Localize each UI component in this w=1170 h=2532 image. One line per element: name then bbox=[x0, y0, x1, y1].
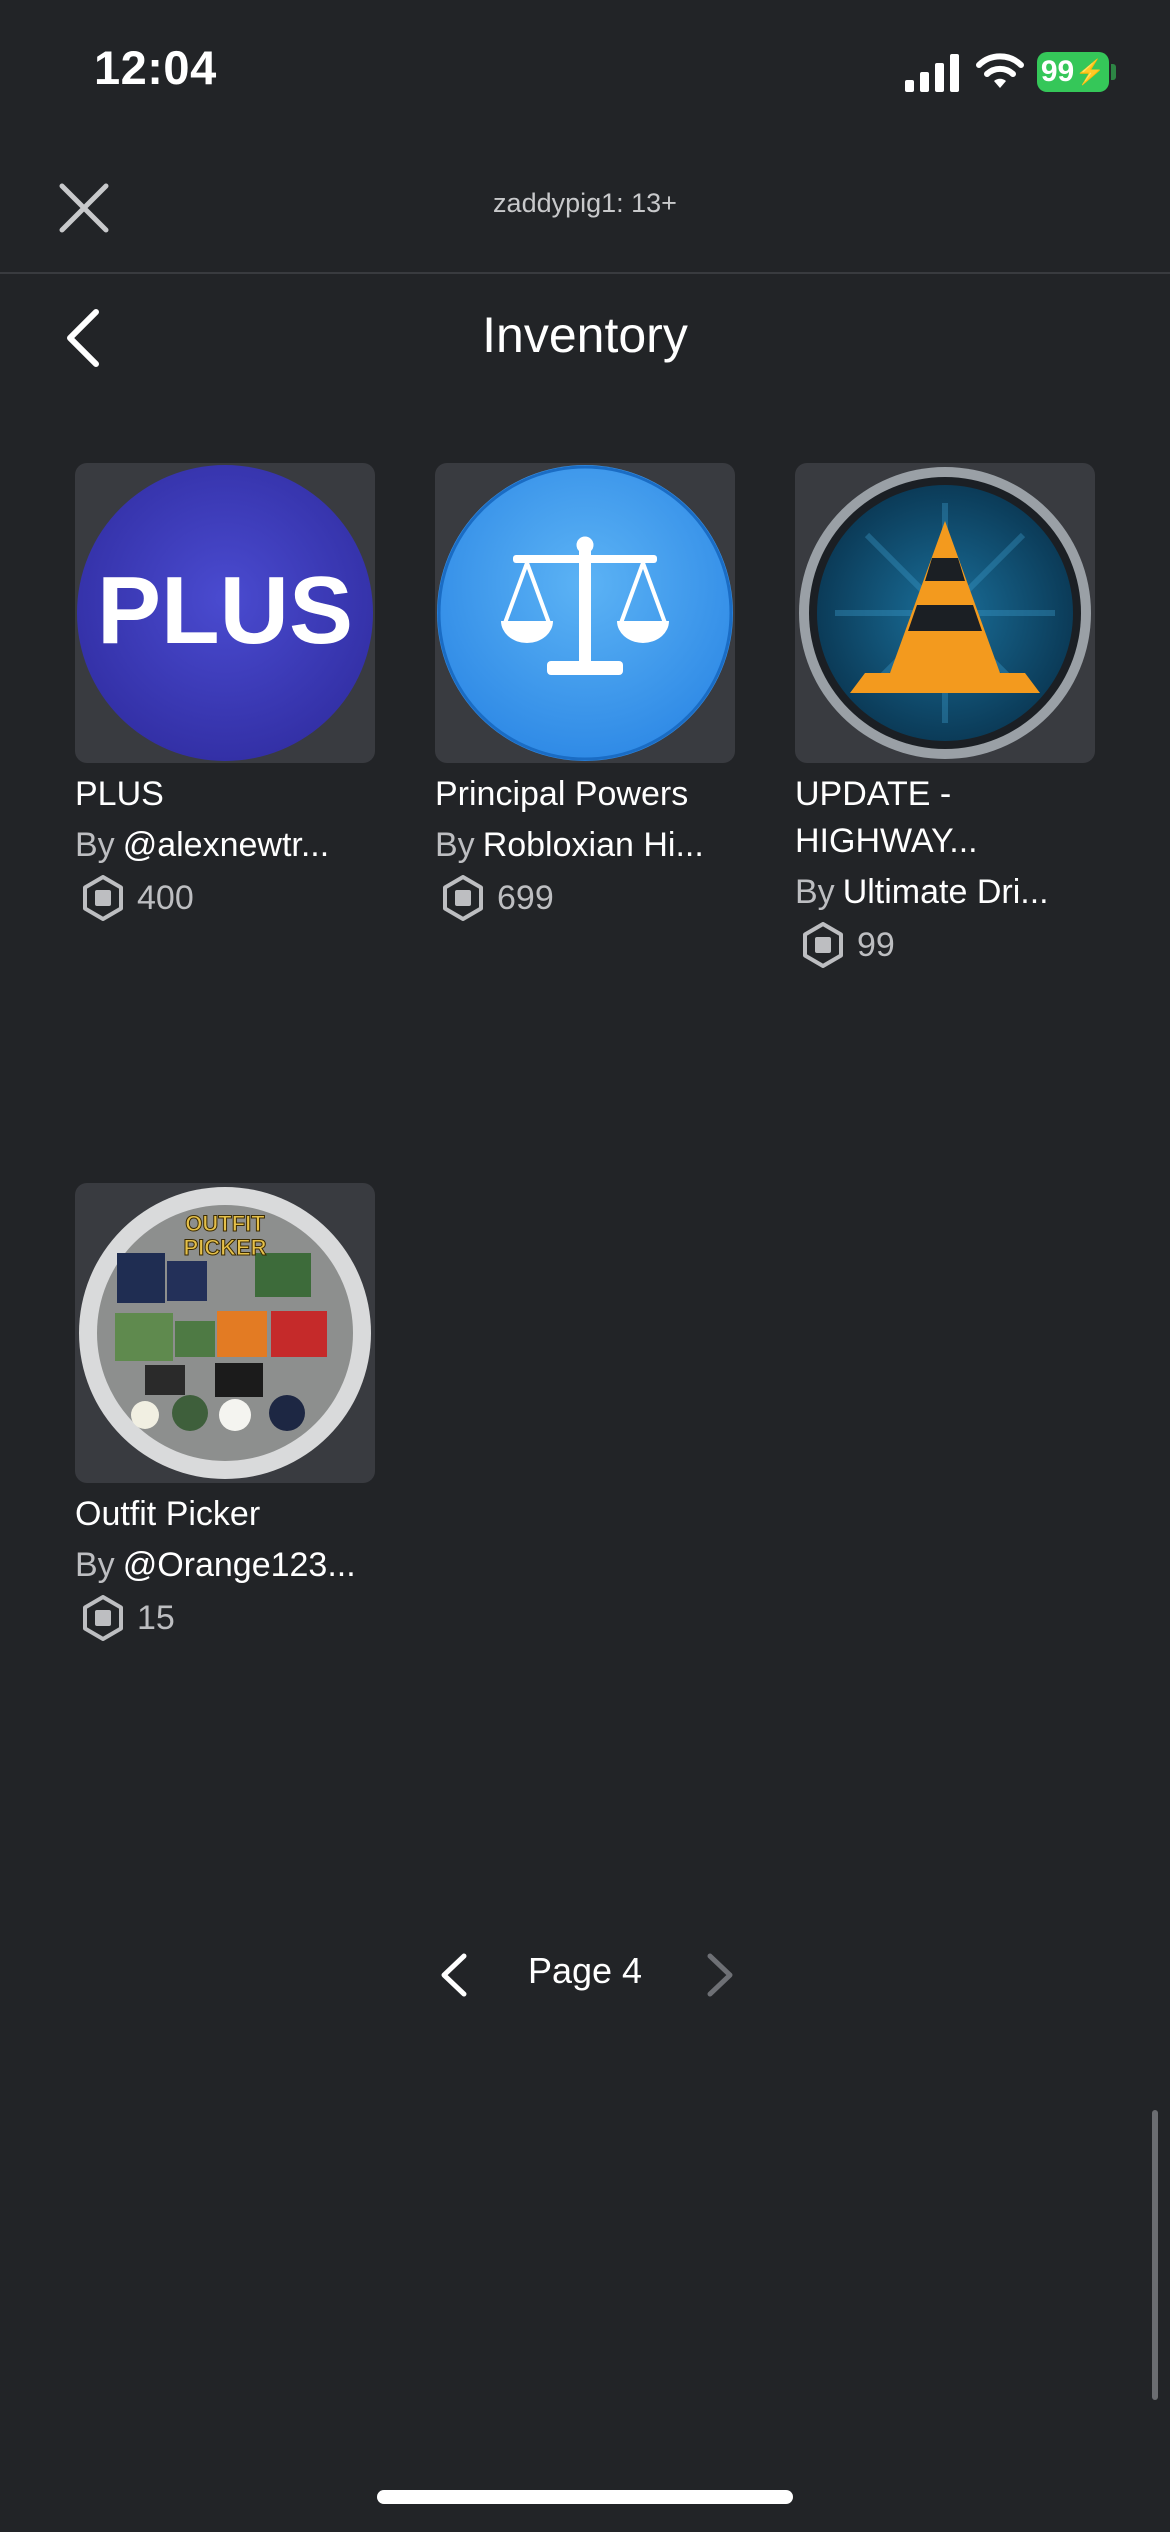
charging-bolt-icon: ⚡ bbox=[1075, 58, 1106, 86]
inventory-item-plus[interactable]: PLUS PLUS By @alexnewtr... 400 bbox=[75, 463, 395, 921]
home-indicator[interactable] bbox=[377, 2490, 793, 2504]
item-thumbnail[interactable] bbox=[435, 463, 735, 763]
account-title: zaddypig1: 13+ bbox=[493, 188, 677, 218]
traffic-cone-badge-image bbox=[799, 467, 1091, 759]
price-row: 400 bbox=[75, 875, 395, 921]
creator-name[interactable]: @alexnewtr... bbox=[123, 826, 330, 864]
inventory-item-outfit-picker[interactable]: OUTFIT PICKER Outfit Picker By @Orange123… bbox=[75, 1183, 395, 1641]
outfit-badge-text-2: PICKER bbox=[183, 1235, 266, 1260]
by-label: By bbox=[795, 873, 835, 911]
robux-icon bbox=[803, 922, 843, 968]
item-thumbnail[interactable]: PLUS bbox=[75, 463, 375, 763]
status-time: 12:04 bbox=[94, 41, 217, 94]
creator-name[interactable]: Robloxian Hi... bbox=[483, 826, 704, 864]
item-price: 400 bbox=[137, 878, 194, 917]
item-price: 699 bbox=[497, 878, 554, 917]
robux-icon bbox=[83, 1595, 123, 1641]
cellular-signal-icon bbox=[905, 54, 959, 92]
item-name[interactable]: Outfit Picker bbox=[75, 1491, 375, 1538]
creator-name[interactable]: Ultimate Dri... bbox=[843, 873, 1049, 911]
creator-name[interactable]: @Orange123... bbox=[123, 1546, 356, 1584]
item-creator[interactable]: By Robloxian Hi... bbox=[435, 826, 745, 865]
outfit-picker-badge-image: OUTFIT PICKER bbox=[79, 1187, 371, 1479]
item-creator[interactable]: By Ultimate Dri... bbox=[795, 873, 1105, 912]
robux-icon bbox=[83, 875, 123, 921]
price-row: 15 bbox=[75, 1595, 395, 1641]
item-thumbnail[interactable]: OUTFIT PICKER bbox=[75, 1183, 375, 1483]
battery-indicator: 99 ⚡ bbox=[1037, 52, 1109, 92]
item-thumbnail[interactable] bbox=[795, 463, 1095, 763]
price-row: 699 bbox=[435, 875, 755, 921]
battery-nub bbox=[1111, 64, 1116, 80]
plus-badge-text: PLUS bbox=[97, 557, 353, 664]
item-creator[interactable]: By @alexnewtr... bbox=[75, 826, 385, 865]
header-divider bbox=[0, 272, 1170, 274]
by-label: By bbox=[75, 826, 115, 864]
page-indicator: Page 4 bbox=[527, 1950, 643, 1991]
item-price: 99 bbox=[857, 925, 895, 964]
item-name[interactable]: PLUS bbox=[75, 771, 375, 818]
next-page-icon[interactable] bbox=[700, 1950, 740, 2000]
item-price: 15 bbox=[137, 1598, 175, 1637]
price-row: 99 bbox=[795, 922, 1115, 968]
previous-page-icon[interactable] bbox=[434, 1950, 474, 2000]
page-title: Inventory bbox=[482, 307, 688, 363]
outfit-badge-text-1: OUTFIT bbox=[185, 1211, 265, 1236]
by-label: By bbox=[435, 826, 475, 864]
battery-level: 99 bbox=[1040, 55, 1075, 88]
item-name[interactable]: UPDATE - HIGHWAY... bbox=[795, 771, 1095, 865]
inventory-item-principal-powers[interactable]: Principal Powers By Robloxian Hi... 699 bbox=[435, 463, 755, 921]
inventory-item-update-highway[interactable]: UPDATE - HIGHWAY... By Ultimate Dri... 99 bbox=[795, 463, 1115, 968]
item-name[interactable]: Principal Powers bbox=[435, 771, 735, 818]
scrollbar[interactable] bbox=[1152, 2110, 1158, 2400]
wifi-icon bbox=[976, 53, 1024, 88]
item-creator[interactable]: By @Orange123... bbox=[75, 1546, 385, 1585]
plus-badge-image: PLUS bbox=[77, 465, 373, 761]
robux-icon bbox=[443, 875, 483, 921]
by-label: By bbox=[75, 1546, 115, 1584]
scales-badge-image bbox=[437, 465, 733, 761]
